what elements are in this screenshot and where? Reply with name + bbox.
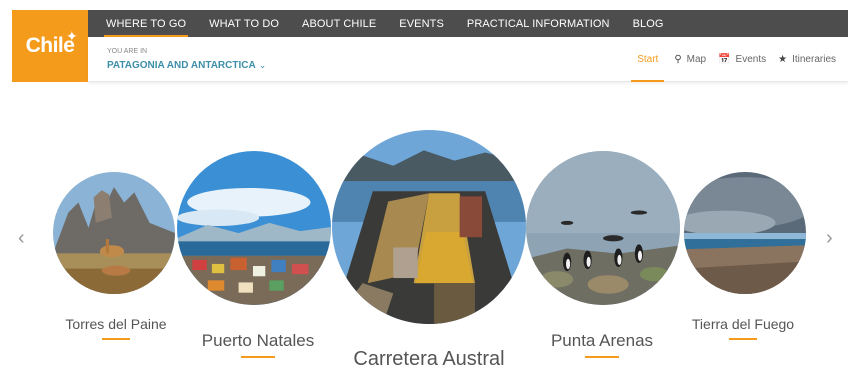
- region-label: PATAGONIA AND ANTARCTICA: [107, 60, 256, 71]
- tab-itineraries[interactable]: ★ Itineraries: [778, 37, 836, 82]
- location-bar: YOU ARE IN PATAGONIA AND ANTARCTICA ⌄ Sta…: [88, 37, 848, 82]
- tab-start-label: Start: [637, 54, 659, 65]
- tab-map[interactable]: ⚲ Map: [674, 37, 706, 82]
- punta-arenas-label: Punta Arenas: [550, 331, 654, 350]
- tab-map-label: Map: [686, 54, 707, 65]
- map-pin-icon: ⚲: [674, 54, 682, 65]
- calendar-icon: 📅: [718, 54, 731, 65]
- tierra-del-fuego-label: Tierra del Fuego: [691, 316, 795, 332]
- star-icon: ★: [778, 54, 788, 65]
- nav-practical-information[interactable]: PRACTICAL INFORMATION: [467, 18, 610, 30]
- carretera-austral-image[interactable]: [332, 130, 526, 324]
- you-are-in-label: YOU ARE IN: [107, 48, 148, 55]
- puerto-natales-label: Puerto Natales: [201, 331, 315, 350]
- carretera-austral-label: Carretera Austral: [353, 348, 505, 370]
- nav-about-chile[interactable]: ABOUT CHILE: [302, 18, 376, 30]
- tab-events[interactable]: 📅 Events: [718, 37, 766, 82]
- chevron-down-icon: ⌄: [258, 60, 267, 70]
- region-selector[interactable]: PATAGONIA AND ANTARCTICA ⌄: [107, 60, 266, 71]
- tab-events-label: Events: [735, 54, 767, 65]
- torres-del-paine-image[interactable]: [53, 172, 175, 294]
- tab-start[interactable]: Start: [631, 37, 665, 82]
- punta-arenas-image[interactable]: [526, 151, 680, 305]
- tab-itineraries-label: Itineraries: [792, 54, 836, 65]
- logo-star-icon: ✦: [66, 28, 78, 44]
- torres-del-paine-label: Torres del Paine: [65, 316, 167, 332]
- nav-events[interactable]: EVENTS: [399, 18, 444, 30]
- tierra-del-fuego-underline: [729, 338, 757, 340]
- nav-what-to-do[interactable]: WHAT TO DO: [209, 18, 279, 30]
- nav-blog[interactable]: BLOG: [633, 18, 664, 30]
- chevron-right-icon[interactable]: ›: [826, 227, 833, 250]
- chile-logo[interactable]: Chile ✦: [12, 10, 88, 82]
- puerto-natales-underline: [241, 356, 275, 358]
- puerto-natales-image[interactable]: [177, 151, 331, 305]
- section-tabs: Start ⚲ Map 📅 Events ★ Itineraries: [631, 37, 848, 82]
- chevron-left-icon[interactable]: ‹: [18, 227, 25, 250]
- tierra-del-fuego-image[interactable]: [684, 172, 806, 294]
- site-header: Chile ✦ WHERE TO GO WHAT TO DO ABOUT CHI…: [0, 0, 848, 82]
- torres-del-paine-underline: [102, 338, 130, 340]
- punta-arenas-underline: [585, 356, 619, 358]
- nav-where-to-go[interactable]: WHERE TO GO: [103, 18, 189, 38]
- destination-carousel: ‹ › Torres del Paine Puerto Natales Carr…: [0, 82, 848, 379]
- main-nav: WHERE TO GO WHAT TO DO ABOUT CHILE EVENT…: [88, 10, 848, 38]
